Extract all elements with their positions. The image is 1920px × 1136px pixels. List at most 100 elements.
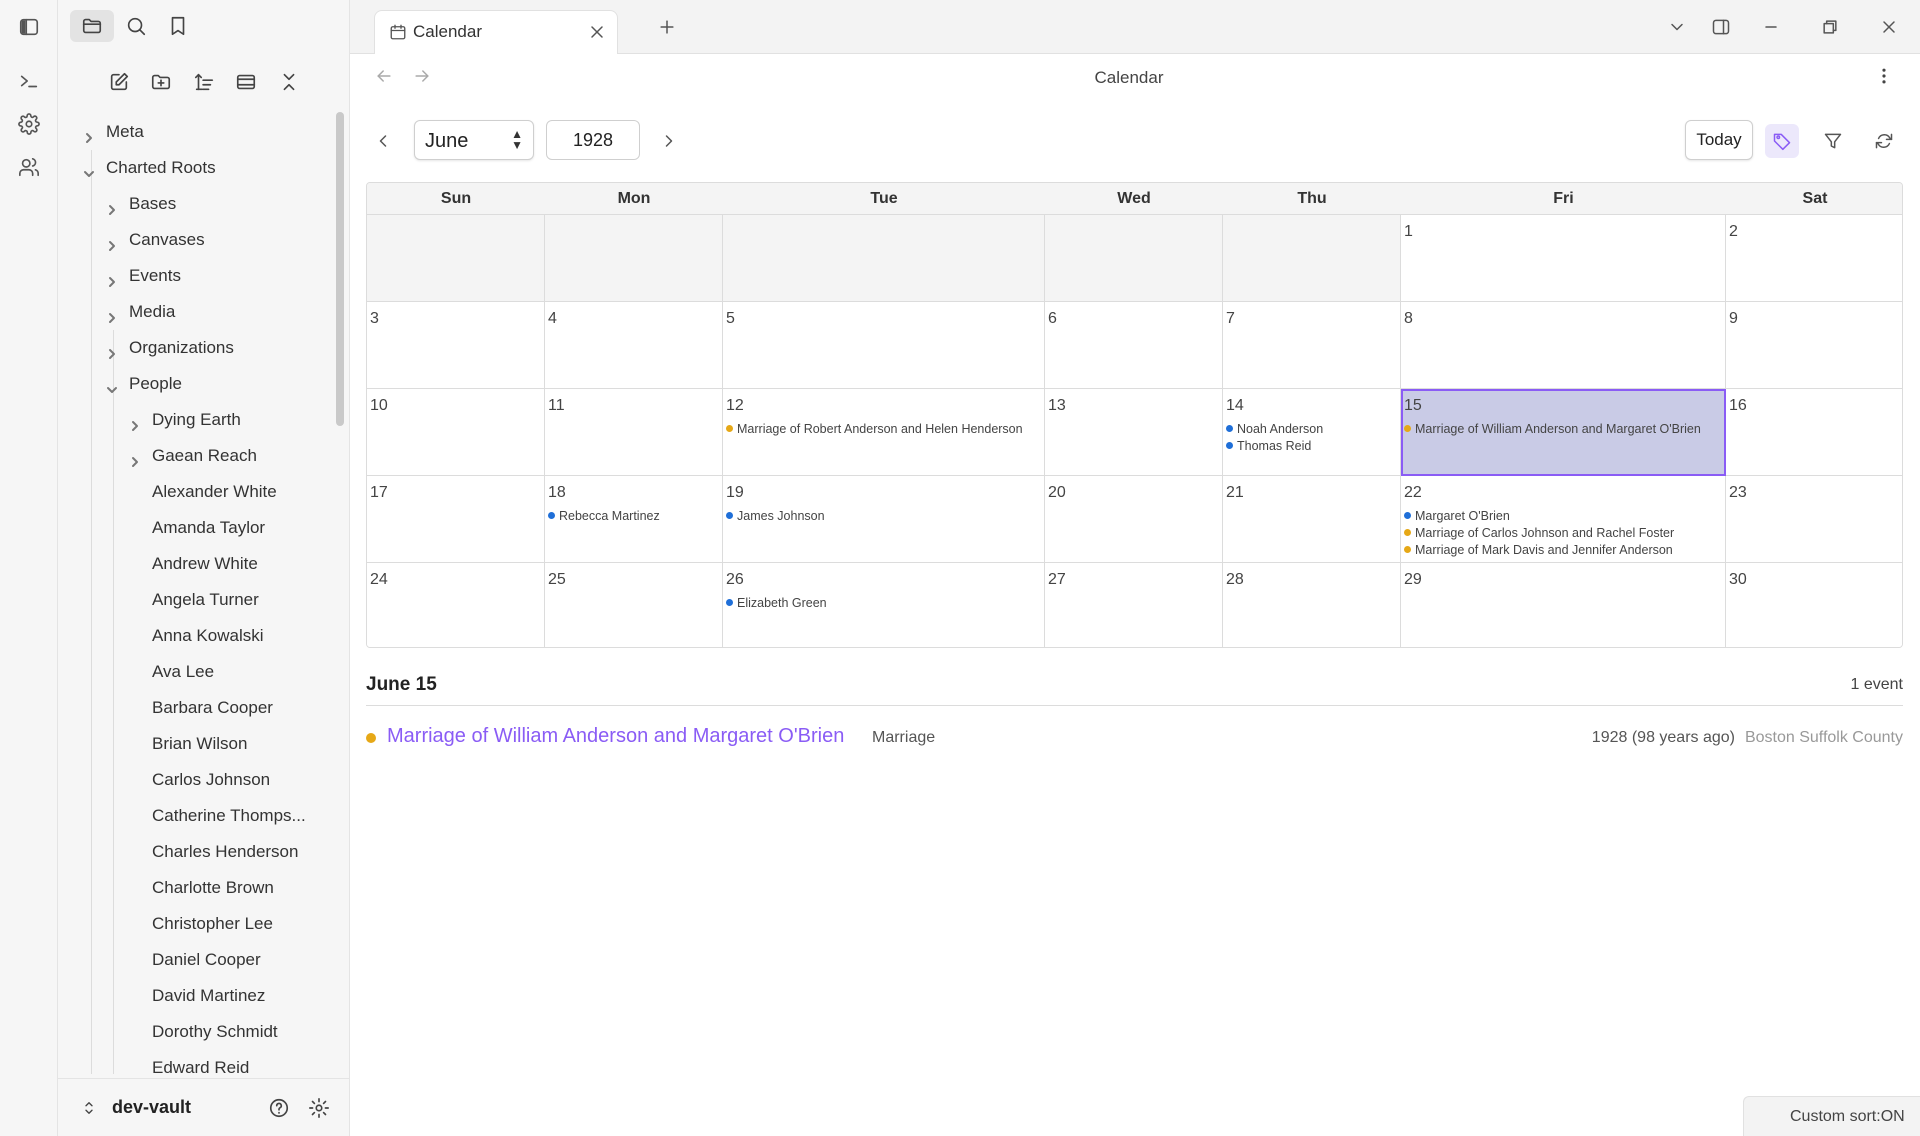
tab-calendar[interactable]: Calendar <box>374 10 618 54</box>
tree-file[interactable]: Charlotte Brown <box>152 873 274 903</box>
sidebar-scrollbar[interactable] <box>336 112 344 426</box>
tree-file[interactable]: Catherine Thomps... <box>152 801 306 831</box>
day-cell[interactable]: 9 <box>1726 302 1902 389</box>
empty-day-cell <box>1045 215 1223 302</box>
chevrons-up-down-icon[interactable] <box>76 1095 102 1121</box>
tree-file[interactable]: Angela Turner <box>152 585 259 615</box>
settings-gear-icon[interactable] <box>306 1095 332 1121</box>
day-cell[interactable]: 3 <box>367 302 545 389</box>
files-tab-folder-icon[interactable] <box>70 10 114 42</box>
tree-file[interactable]: Charles Henderson <box>152 837 298 867</box>
day-cell[interactable]: 2 <box>1726 215 1902 302</box>
day-cell[interactable]: 29 <box>1401 563 1726 647</box>
close-icon[interactable] <box>587 22 607 47</box>
toggle-sidebar-icon[interactable] <box>14 12 44 42</box>
day-number: 19 <box>726 484 744 501</box>
month-select[interactable]: June ▲ ▼ <box>414 120 534 160</box>
chevron-down-icon[interactable] <box>1664 14 1690 40</box>
tree-file[interactable]: Dorothy Schmidt <box>152 1017 278 1047</box>
restore-icon[interactable] <box>1817 14 1843 40</box>
day-cell[interactable]: 13 <box>1045 389 1223 476</box>
tree-file[interactable]: Brian Wilson <box>152 729 247 759</box>
people-icon[interactable] <box>14 152 44 182</box>
collapse-all-icon[interactable] <box>273 66 305 98</box>
help-icon[interactable] <box>266 1095 292 1121</box>
day-number: 3 <box>370 310 379 327</box>
selected-date-title: June 15 <box>366 674 437 695</box>
filter-icon[interactable] <box>1816 124 1850 158</box>
calendar-event[interactable]: Marriage of Robert Anderson and Helen He… <box>726 422 1023 436</box>
day-cell[interactable]: 26 Elizabeth Green <box>723 563 1045 647</box>
day-cell[interactable]: 20 <box>1045 476 1223 563</box>
day-cell[interactable]: 12 Marriage of Robert Anderson and Helen … <box>723 389 1045 476</box>
day-cell[interactable]: 4 <box>545 302 723 389</box>
new-tab-plus-icon[interactable] <box>654 14 680 40</box>
calendar-event[interactable]: Thomas Reid <box>1226 439 1311 453</box>
day-cell[interactable]: 18 Rebecca Martinez <box>545 476 723 563</box>
search-icon[interactable] <box>114 10 158 42</box>
calendar-event[interactable]: Marriage of Carlos Johnson and Rachel Fo… <box>1404 526 1674 540</box>
day-number: 9 <box>1729 310 1738 327</box>
day-cell[interactable]: 19 James Johnson <box>723 476 1045 563</box>
day-cell[interactable]: 30 <box>1726 563 1902 647</box>
sort-order-icon[interactable] <box>188 66 220 98</box>
tree-file[interactable]: David Martinez <box>152 981 265 1011</box>
calendar-event[interactable]: Noah Anderson <box>1226 422 1323 436</box>
day-cell[interactable]: 11 <box>545 389 723 476</box>
tree-file[interactable]: Daniel Cooper <box>152 945 261 975</box>
tree-item-label: Bases <box>129 194 177 213</box>
tag-icon[interactable] <box>1765 124 1799 158</box>
day-cell[interactable]: 17 <box>367 476 545 563</box>
minimize-icon[interactable] <box>1758 14 1784 40</box>
day-cell[interactable]: 23 <box>1726 476 1902 563</box>
gear-icon[interactable] <box>14 109 44 139</box>
day-cell[interactable]: 8 <box>1401 302 1726 389</box>
today-button[interactable]: Today <box>1685 120 1753 160</box>
new-folder-icon[interactable] <box>145 66 177 98</box>
day-cell[interactable]: 1 <box>1401 215 1726 302</box>
day-cell[interactable]: 25 <box>545 563 723 647</box>
day-cell[interactable]: 21 <box>1223 476 1401 563</box>
day-cell[interactable]: 15 Marriage of William Anderson and Marga… <box>1401 389 1726 476</box>
day-cell[interactable]: 10 <box>367 389 545 476</box>
tree-file[interactable]: Anna Kowalski <box>152 621 264 651</box>
calendar-event[interactable]: Rebecca Martinez <box>548 509 660 523</box>
calendar-event[interactable]: Elizabeth Green <box>726 596 827 610</box>
tree-file[interactable]: Christopher Lee <box>152 909 273 939</box>
year-input[interactable]: 1928 <box>546 120 640 160</box>
terminal-icon[interactable] <box>14 66 44 96</box>
calendar-event[interactable]: James Johnson <box>726 509 825 523</box>
next-month-chevron-icon[interactable] <box>652 124 686 158</box>
event-title-link[interactable]: Marriage of William Anderson and Margare… <box>387 725 844 748</box>
toggle-right-sidebar-icon[interactable] <box>1708 14 1734 40</box>
bookmark-icon[interactable] <box>156 10 200 42</box>
tree-file[interactable]: Edward Reid <box>152 1053 249 1074</box>
auto-reveal-icon[interactable] <box>230 66 262 98</box>
tree-file[interactable]: Carlos Johnson <box>152 765 270 795</box>
more-options-icon[interactable] <box>1874 66 1894 91</box>
day-cell[interactable]: 22 Margaret O'Brien Marriage of Carlos Joh… <box>1401 476 1726 563</box>
tree-file[interactable]: Barbara Cooper <box>152 693 273 723</box>
vault-name[interactable]: dev-vault <box>112 1097 191 1118</box>
day-cell[interactable]: 28 <box>1223 563 1401 647</box>
calendar-event[interactable]: Marriage of William Anderson and Margare… <box>1404 422 1701 436</box>
day-cell[interactable]: 24 <box>367 563 545 647</box>
window-close-icon[interactable] <box>1876 14 1902 40</box>
day-cell[interactable]: 14 Noah Anderson Thomas Reid <box>1223 389 1401 476</box>
previous-month-chevron-icon[interactable] <box>366 124 400 158</box>
day-cell[interactable]: 27 <box>1045 563 1223 647</box>
day-cell[interactable]: 5 <box>723 302 1045 389</box>
new-note-icon[interactable] <box>103 66 135 98</box>
tree-file[interactable]: Amanda Taylor <box>152 513 265 543</box>
calendar-event[interactable]: Margaret O'Brien <box>1404 509 1510 523</box>
tree-file[interactable]: Alexander White <box>152 477 277 507</box>
tree-file[interactable]: Andrew White <box>152 549 258 579</box>
refresh-icon[interactable] <box>1867 124 1901 158</box>
event-row[interactable]: Marriage of William Anderson and Margare… <box>366 724 1903 752</box>
day-cell[interactable]: 16 <box>1726 389 1902 476</box>
day-cell[interactable]: 7 <box>1223 302 1401 389</box>
tree-file[interactable]: Ava Lee <box>152 657 214 687</box>
calendar-event[interactable]: Marriage of Mark Davis and Jennifer Ande… <box>1404 543 1673 557</box>
status-bar-sort[interactable]: Custom sort:ON <box>1743 1096 1920 1136</box>
day-cell[interactable]: 6 <box>1045 302 1223 389</box>
